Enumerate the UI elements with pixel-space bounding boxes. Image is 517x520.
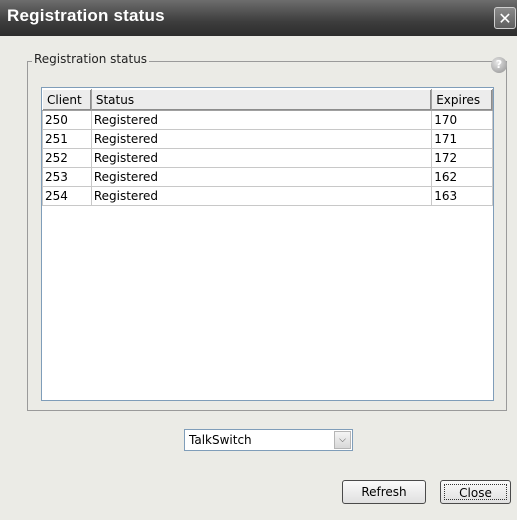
refresh-button[interactable]: Refresh <box>342 480 426 504</box>
selected-system-value: TalkSwitch <box>189 433 252 447</box>
cell-expires: 171 <box>431 129 493 149</box>
table-header-row: Client Status Expires <box>42 89 493 111</box>
close-icon[interactable]: ✕ <box>494 7 516 29</box>
registration-table: Client Status Expires 250 Registered 170… <box>41 87 494 401</box>
close-button[interactable]: Close <box>440 480 511 504</box>
cell-status: Registered <box>90 110 433 130</box>
cell-expires: 172 <box>431 148 493 168</box>
registration-status-dialog: Registration status ✕ Registration statu… <box>0 0 517 520</box>
table-row[interactable]: 250 Registered 170 <box>42 110 493 130</box>
cell-expires: 162 <box>431 167 493 187</box>
column-header-expires[interactable]: Expires <box>431 89 493 111</box>
cell-status: Registered <box>90 186 433 206</box>
group-legend: Registration status <box>32 52 150 66</box>
cell-client: 253 <box>42 167 92 187</box>
cell-status: Registered <box>90 129 433 149</box>
table-row[interactable]: 254 Registered 163 <box>42 186 493 206</box>
cell-expires: 163 <box>431 186 493 206</box>
cell-status: Registered <box>90 148 433 168</box>
column-header-client[interactable]: Client <box>42 89 92 111</box>
cell-status: Registered <box>90 167 433 187</box>
window-title: Registration status <box>7 6 165 25</box>
column-header-status[interactable]: Status <box>90 89 433 111</box>
table-row[interactable]: 253 Registered 162 <box>42 167 493 187</box>
cell-expires: 170 <box>431 110 493 130</box>
table-row[interactable]: 252 Registered 172 <box>42 148 493 168</box>
chevron-down-icon[interactable]: ⌵ <box>334 431 351 449</box>
title-bar[interactable]: Registration status ✕ <box>0 0 517 36</box>
close-button-label: Close <box>444 484 507 500</box>
system-selector-dropdown[interactable]: TalkSwitch ⌵ <box>184 429 353 451</box>
registration-table-grid: Client Status Expires 250 Registered 170… <box>42 89 493 206</box>
help-icon[interactable]: ? <box>491 57 507 73</box>
table-row[interactable]: 251 Registered 171 <box>42 129 493 149</box>
cell-client: 250 <box>42 110 92 130</box>
cell-client: 251 <box>42 129 92 149</box>
cell-client: 254 <box>42 186 92 206</box>
cell-client: 252 <box>42 148 92 168</box>
